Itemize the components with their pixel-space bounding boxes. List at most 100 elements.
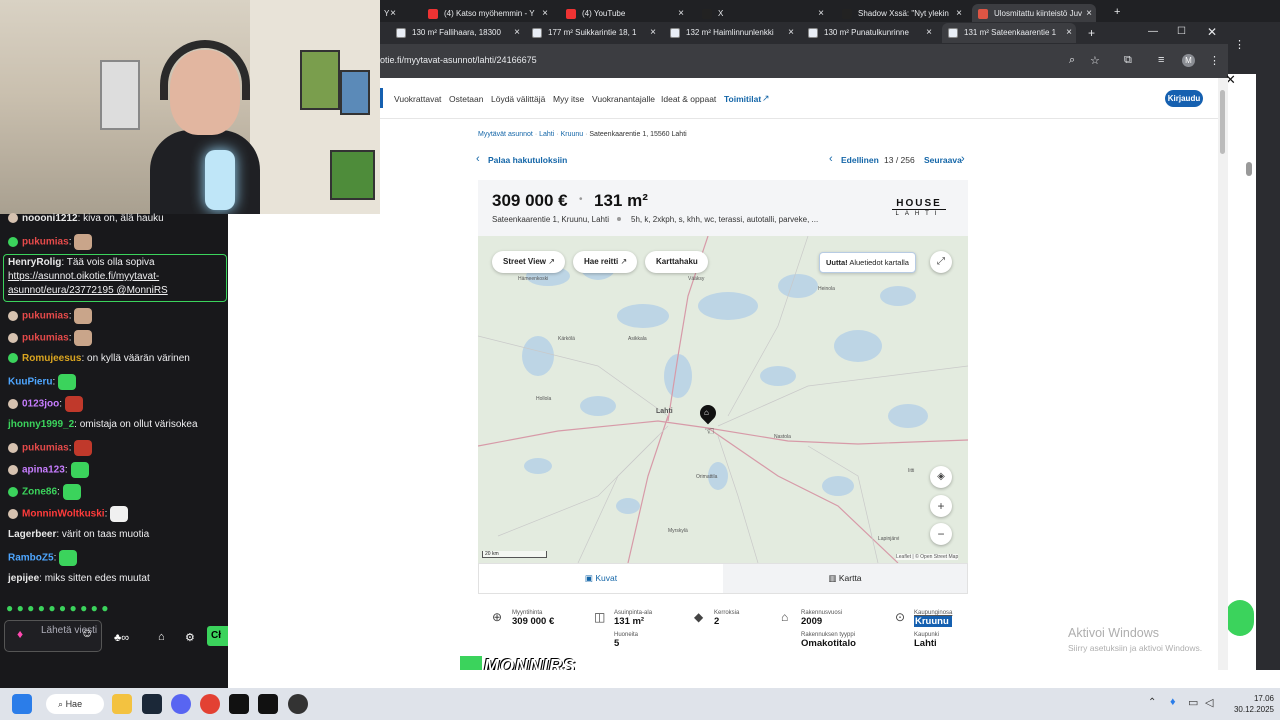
- chat-username[interactable]: Lagerbeer: [8, 529, 56, 540]
- tab-map[interactable]: ▥ Kartta: [723, 564, 967, 593]
- chrome-icon[interactable]: [200, 694, 220, 714]
- browser-tab[interactable]: 177 m² Suikkarintie 18, 1 ×: [526, 23, 660, 43]
- chat-send-button[interactable]: Cł: [207, 626, 228, 646]
- browser-tab[interactable]: 132 m² Haimlinnunlenkki ×: [664, 23, 798, 43]
- tray-volume-icon[interactable]: ◁: [1205, 696, 1213, 709]
- layers-icon[interactable]: ◈: [930, 466, 952, 488]
- browser-tab[interactable]: 130 m² Punatulkunrinne ×: [802, 23, 936, 43]
- fact-district[interactable]: Kruunu: [914, 616, 953, 627]
- menu-icon[interactable]: ⋮: [1209, 54, 1220, 67]
- breadcrumb-lahti[interactable]: Lahti: [539, 131, 554, 138]
- chat-username[interactable]: RamboZ5: [8, 553, 54, 564]
- chat-username[interactable]: pukumias: [22, 333, 69, 344]
- chat-username[interactable]: jepijee: [8, 573, 39, 584]
- profile-avatar[interactable]: M: [1182, 54, 1195, 67]
- browser-tab-top[interactable]: Y ×: [380, 4, 400, 24]
- tab-close-icon[interactable]: ×: [514, 27, 520, 38]
- nav-vuokranantajalle[interactable]: Vuokranantajalle: [592, 94, 655, 104]
- chrome-menu-icon[interactable]: ⋮: [1234, 38, 1245, 51]
- chat-username[interactable]: noooni1212: [22, 213, 78, 224]
- scrollbar-thumb[interactable]: [1220, 90, 1225, 154]
- zoom-in-button[interactable]: +: [930, 495, 952, 517]
- tab-close-icon[interactable]: ×: [956, 8, 962, 19]
- map-search-button[interactable]: Karttahaku: [645, 251, 708, 273]
- street-view-button[interactable]: Street View ↗: [492, 251, 565, 273]
- maximize-button[interactable]: ☐: [1177, 26, 1186, 37]
- chat-username[interactable]: Romujeesus: [22, 353, 81, 364]
- tab-close-icon[interactable]: ×: [542, 8, 548, 19]
- tray-chevron-icon[interactable]: ⌃: [1148, 697, 1156, 708]
- area-info-badge[interactable]: Uutta! Aluetiedot kartalla: [819, 252, 916, 273]
- tab-close-icon[interactable]: ×: [390, 8, 396, 19]
- browser-tab-top[interactable]: Shadow Xssä: "Nyt ylekin ×: [836, 4, 966, 24]
- emoji-icon[interactable]: ☺: [81, 627, 93, 639]
- store-icon[interactable]: ⌂: [158, 631, 165, 643]
- nav-ostetaan[interactable]: Ostetaan: [449, 94, 484, 104]
- app-icon[interactable]: [288, 694, 308, 714]
- tab-close-icon[interactable]: ×: [650, 27, 656, 38]
- map[interactable]: Lahti Hollola Orimattila Nastola Heinola Asik…: [478, 236, 968, 563]
- file-explorer-icon[interactable]: [112, 694, 132, 714]
- chat-username[interactable]: pukumias: [22, 443, 69, 454]
- breadcrumb-kruunu[interactable]: Kruunu: [561, 131, 584, 138]
- chat-username[interactable]: Zone86: [22, 487, 57, 498]
- chat-username[interactable]: pukumias: [22, 237, 69, 248]
- discord-icon[interactable]: [171, 694, 191, 714]
- clock[interactable]: 17.06 30.12.2025: [1230, 693, 1274, 715]
- browser-tab-top[interactable]: Ulosmitattu kiinteistö Juv ×: [972, 4, 1096, 24]
- minimize-button[interactable]: —: [1148, 26, 1158, 37]
- nav-myy-itse[interactable]: Myy itse: [553, 94, 584, 104]
- next-link[interactable]: Seuraava: [924, 155, 962, 165]
- nav-vuokrattavat[interactable]: Vuokrattavat: [394, 94, 441, 104]
- tab-close-icon[interactable]: ×: [926, 27, 932, 38]
- tab-close-icon[interactable]: ×: [818, 8, 824, 19]
- new-tab-button[interactable]: +: [1088, 26, 1095, 40]
- route-button[interactable]: Hae reitti ↗: [573, 251, 638, 273]
- chat-text[interactable]: https://asunnot.oikotie.fi/myytavat-: [8, 271, 159, 282]
- breadcrumb-myytavat[interactable]: Myytävät asunnot: [478, 131, 533, 138]
- tab-close-icon[interactable]: ×: [788, 27, 794, 38]
- x-app-icon[interactable]: [229, 694, 249, 714]
- tab-photos[interactable]: ▣ Kuvat: [479, 564, 723, 593]
- close-window-button[interactable]: ✕: [1207, 25, 1217, 39]
- steam-icon[interactable]: [142, 694, 162, 714]
- map-attribution[interactable]: Leaflet | © Open Street Map: [896, 554, 959, 560]
- bookmark-star-icon[interactable]: ☆: [1090, 54, 1100, 67]
- browser-tab-top[interactable]: (4) Katso myöhemmin - Y ×: [422, 4, 552, 24]
- back-to-results-link[interactable]: Palaa hakutuloksiin: [488, 155, 567, 165]
- chat-username[interactable]: HenryRolig: [8, 257, 61, 268]
- zoom-icon[interactable]: ⌕: [1069, 54, 1075, 67]
- settings-icon[interactable]: ⚙: [185, 631, 195, 644]
- obs-icon[interactable]: [258, 694, 278, 714]
- extensions-icon[interactable]: ⧉: [1124, 54, 1132, 67]
- nav-ideat-oppaat[interactable]: Ideat & oppaat: [661, 94, 716, 104]
- tab-close-icon[interactable]: ×: [678, 8, 684, 19]
- browser-tab[interactable]: 131 m² Sateenkaarentie 1 ×: [942, 23, 1076, 43]
- agency-logo[interactable]: HOUSE LAHTI: [889, 198, 949, 218]
- start-icon[interactable]: [12, 694, 32, 714]
- chat-username[interactable]: KuuPieru: [8, 377, 52, 388]
- chat-username[interactable]: 0123joo: [22, 399, 59, 410]
- page-scrollbar[interactable]: [1218, 78, 1228, 670]
- chat-username[interactable]: jhonny1999_2: [8, 419, 74, 430]
- tray-network-icon[interactable]: ▭: [1188, 696, 1198, 709]
- chat-username[interactable]: pukumias: [22, 311, 69, 322]
- taskbar-search[interactable]: ⌕ Hae: [46, 694, 104, 714]
- tab-close-icon[interactable]: ×: [1066, 27, 1072, 38]
- chat-username[interactable]: apina123: [22, 465, 65, 476]
- nav-loyda-valittaja[interactable]: Löydä välittäjä: [491, 94, 545, 104]
- browser-tab[interactable]: 130 m² Fallihaara, 18300 ×: [390, 23, 524, 43]
- browser-tab-top[interactable]: (4) YouTube ×: [560, 4, 688, 24]
- media-icon[interactable]: ≡: [1158, 54, 1164, 66]
- previous-link[interactable]: Edellinen: [841, 155, 879, 165]
- browser-tab-top[interactable]: X ×: [696, 4, 828, 24]
- bits-icon[interactable]: ♣∞: [114, 632, 129, 644]
- chat-username[interactable]: MonninWoltkuski: [22, 509, 105, 520]
- tray-mic-icon[interactable]: ♦: [1170, 696, 1176, 708]
- tab-close-icon[interactable]: ×: [1086, 8, 1092, 19]
- login-button[interactable]: Kirjaudu: [1165, 90, 1203, 107]
- url-field[interactable]: otie.fi/myytavat-asunnot/lahti/24166675: [380, 55, 537, 65]
- mic-icon[interactable]: ♦: [17, 628, 23, 640]
- chat-text[interactable]: asunnot/eura/23772195 @MonniRS: [8, 285, 168, 296]
- new-tab-button[interactable]: +: [1114, 6, 1120, 18]
